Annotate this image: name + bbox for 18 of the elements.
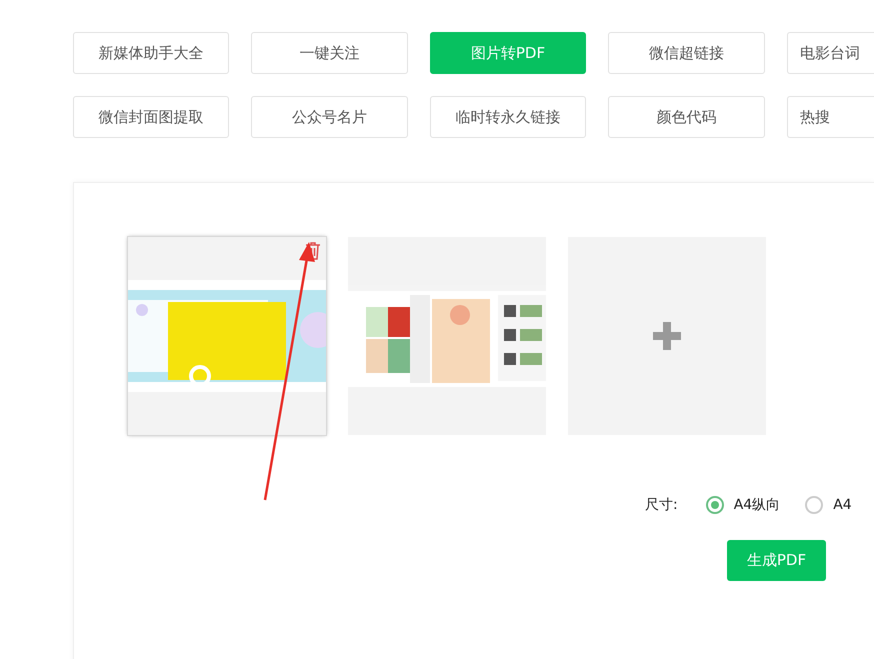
tool-button[interactable]: 一键关注 (251, 32, 408, 74)
tool-button[interactable]: 微信封面图提取 (73, 96, 229, 138)
size-radio-option[interactable]: A4纵向 (706, 496, 780, 514)
tool-button[interactable]: 公众号名片 (251, 96, 408, 138)
plus-icon (651, 320, 683, 352)
size-radio-option[interactable]: A4 (805, 496, 852, 514)
image-thumbnail[interactable] (128, 237, 326, 435)
delete-icon[interactable] (305, 241, 321, 260)
tool-button[interactable]: 临时转永久链接 (430, 96, 586, 138)
tool-button[interactable]: 微信超链接 (608, 32, 765, 74)
tool-button[interactable]: 热搜 (787, 96, 874, 138)
image-thumbnail[interactable] (348, 237, 546, 435)
radio-button[interactable] (805, 496, 824, 514)
radio-button[interactable] (706, 496, 724, 514)
tool-button[interactable]: 新媒体助手大全 (73, 32, 229, 74)
tool-button[interactable]: 电影台词 (787, 32, 874, 74)
tool-button[interactable]: 颜色代码 (608, 96, 765, 138)
size-label: 尺寸: (645, 496, 678, 514)
